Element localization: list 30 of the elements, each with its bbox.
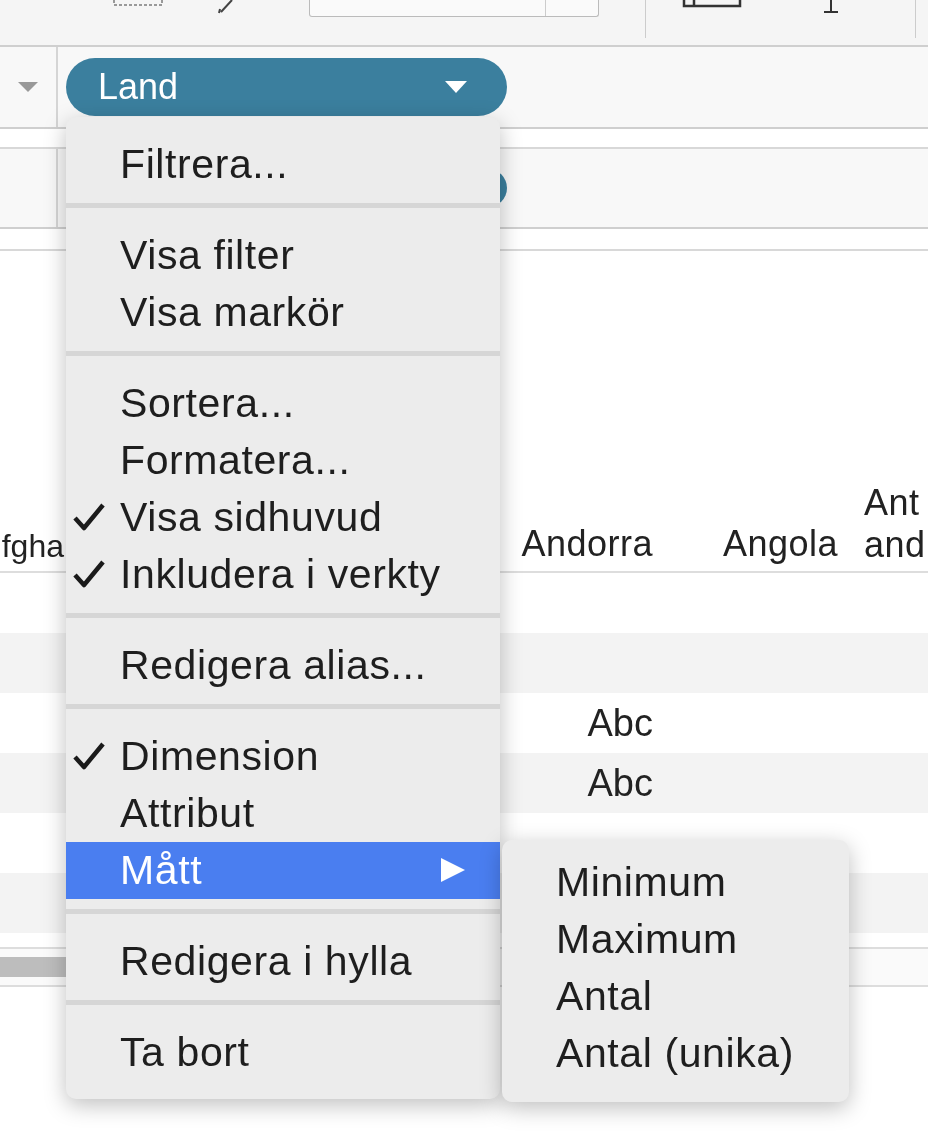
- frame-icon[interactable]: [113, 0, 163, 6]
- menu-item[interactable]: Inkludera i verkty: [66, 546, 500, 603]
- table-cell: Abc: [587, 701, 653, 745]
- menu-item[interactable]: Mått: [66, 842, 500, 899]
- column-header[interactable]: Ant and: [864, 482, 928, 565]
- menu-item[interactable]: Sortera...: [66, 375, 500, 432]
- menu-item[interactable]: Minimum: [502, 854, 849, 911]
- menu-item[interactable]: Dimension: [66, 728, 500, 785]
- menu-item[interactable]: Formatera...: [66, 432, 500, 489]
- column-header[interactable]: fgha: [1, 528, 64, 565]
- menu-item[interactable]: Ta bort: [66, 1024, 500, 1081]
- menu-item[interactable]: Antal: [502, 968, 849, 1025]
- dropdown-icon[interactable]: [18, 82, 38, 92]
- menu-item[interactable]: Maximum: [502, 911, 849, 968]
- menu-item[interactable]: Redigera i hylla: [66, 933, 500, 990]
- layout-icon[interactable]: [682, 0, 742, 8]
- table-cell: Abc: [587, 761, 653, 805]
- land-pill[interactable]: Land: [66, 58, 507, 116]
- toolbar-field[interactable]: [309, 0, 599, 17]
- menu-item[interactable]: Visa sidhuvud: [66, 489, 500, 546]
- menu-item[interactable]: Filtrera...: [66, 136, 500, 193]
- menu-item[interactable]: Antal (unika): [502, 1025, 849, 1082]
- menu-item[interactable]: Attribut: [66, 785, 500, 842]
- column-header[interactable]: Angola: [722, 523, 838, 565]
- column-header[interactable]: Andorra: [521, 523, 653, 565]
- caret-icon: [445, 81, 467, 93]
- menu-item[interactable]: Visa markör: [66, 284, 500, 341]
- menu-item[interactable]: Visa filter: [66, 227, 500, 284]
- text-cursor-icon[interactable]: [822, 0, 840, 14]
- scrollbar-thumb[interactable]: [0, 957, 66, 977]
